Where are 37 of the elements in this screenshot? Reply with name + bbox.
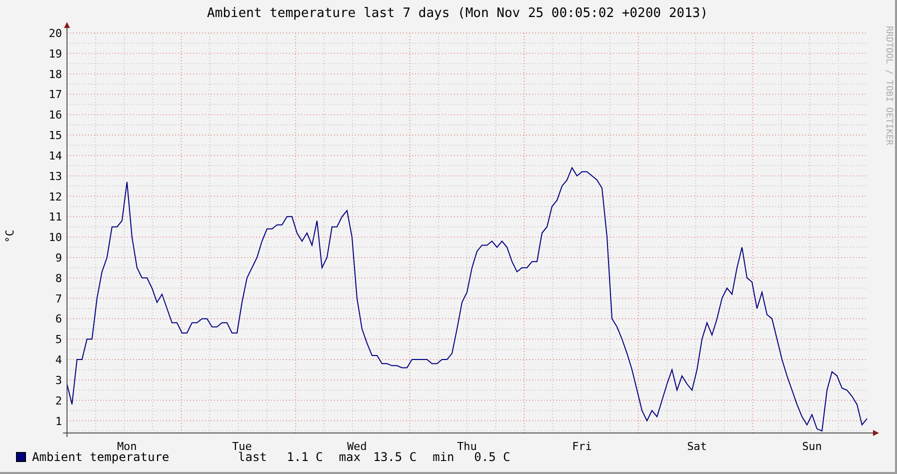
stat-value: 0.5 C: [473, 450, 510, 464]
y-tick-label: 5: [55, 333, 62, 346]
y-tick-label: 1: [55, 414, 62, 428]
stat-label: last: [238, 450, 267, 464]
y-tick-label: 18: [48, 68, 62, 81]
y-tick-label: 17: [48, 88, 62, 102]
y-tick-label: 15: [48, 129, 62, 142]
y-tick-label: 13: [48, 170, 62, 183]
x-tick-label: Sun: [802, 440, 822, 450]
x-tick-label: Wed: [347, 440, 367, 450]
y-tick-label: 9: [55, 252, 62, 264]
x-tick-label: Sat: [687, 440, 707, 450]
x-tick-label: Mon: [117, 440, 137, 450]
y-tick-label: 11: [48, 210, 62, 224]
x-tick-label: Thu: [457, 440, 477, 450]
y-tick-label: 7: [55, 292, 62, 306]
y-tick-label: 8: [55, 272, 62, 285]
y-tick-label: 10: [48, 231, 62, 244]
stat-label: min: [432, 450, 454, 464]
y-tick-label: 4: [55, 354, 62, 367]
y-tick-label: 3: [55, 374, 62, 387]
x-tick-label: Fri: [572, 440, 592, 450]
y-tick-label: 6: [55, 312, 62, 326]
legend-label: Ambient temperature: [32, 450, 170, 464]
y-tick-label: 19: [48, 47, 62, 60]
stat-value: 13.5 C: [372, 450, 417, 464]
credit-text: RRDTOOL / TOBI OETIKER: [882, 26, 894, 148]
y-tick-label: 16: [48, 108, 62, 122]
stat-value: 1.1 C: [286, 450, 323, 464]
stat-label: max: [338, 450, 361, 464]
x-tick-label: Tue: [232, 440, 252, 450]
y-tick-label: 2: [55, 394, 62, 408]
y-tick-label: 14: [48, 149, 62, 162]
axis-label: °C: [2, 229, 18, 243]
y-tick-label: 20: [48, 27, 62, 40]
y-tick-label: 12: [48, 190, 62, 204]
chart-title: Ambient temperature last 7 days (Mon Nov 25 00:05:02 +0200 2013): [207, 6, 708, 22]
